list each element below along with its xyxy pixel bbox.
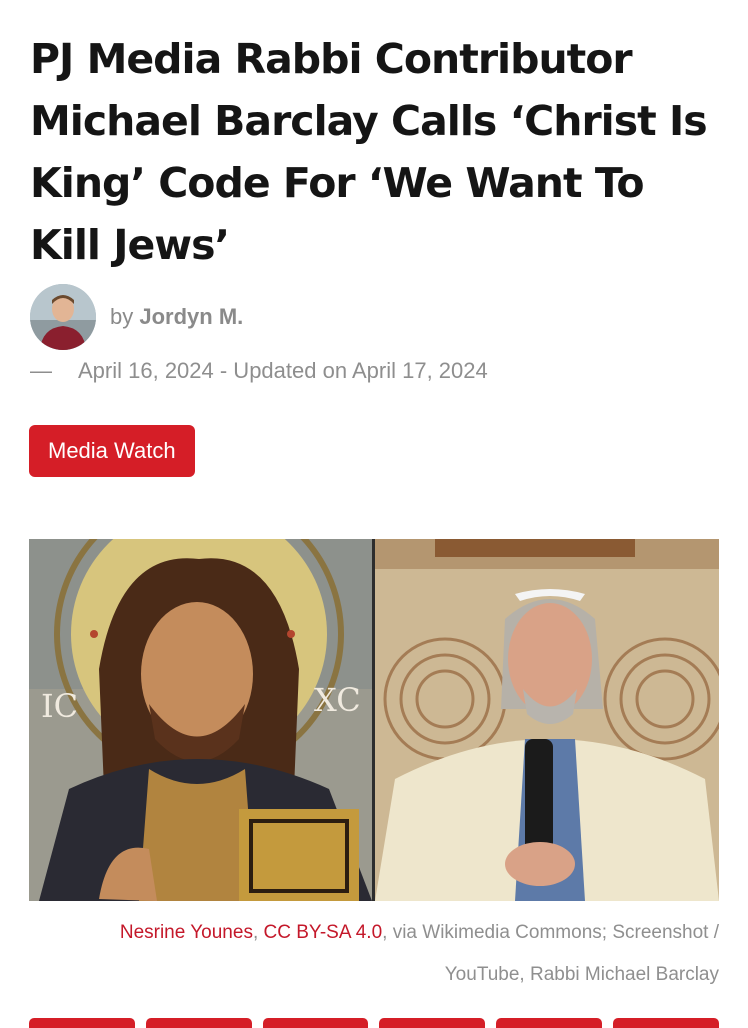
date-row: — April 16, 2024 - Updated on April 17, …	[30, 358, 488, 384]
author-name-link[interactable]: Jordyn M.	[139, 304, 243, 329]
tag-button[interactable]	[379, 1018, 486, 1028]
author-row: by Jordyn M.	[30, 284, 243, 350]
avatar-image	[30, 284, 96, 350]
byline: by Jordyn M.	[110, 304, 243, 330]
publish-date: April 16, 2024 - Updated on April 17, 20…	[78, 358, 488, 383]
image-caption: Nesrine Younes, CC BY-SA 4.0, via Wikime…	[59, 912, 719, 996]
featured-image: IC XC	[29, 539, 719, 901]
tag-button[interactable]	[262, 1018, 369, 1028]
christ-icon-image: IC XC	[29, 539, 372, 901]
tags-row	[29, 1018, 719, 1028]
caption-separator: ,	[252, 922, 264, 943]
article-title: PJ Media Rabbi Contributor Michael Barcl…	[30, 35, 708, 269]
tag-button[interactable]	[145, 1018, 252, 1028]
tag-button[interactable]	[613, 1018, 719, 1028]
rabbi-photo	[375, 539, 719, 901]
tag-button[interactable]	[496, 1018, 603, 1028]
caption-license-link[interactable]: CC BY-SA 4.0	[264, 922, 383, 943]
caption-author-link[interactable]: Nesrine Younes	[120, 922, 253, 943]
category-badge-button[interactable]: Media Watch	[29, 425, 195, 477]
date-dash: —	[30, 358, 52, 383]
author-avatar[interactable]	[30, 284, 96, 350]
caption-source-text: , via Wikimedia Commons; Screenshot / Yo…	[382, 922, 719, 985]
tag-button[interactable]	[29, 1018, 135, 1028]
svg-text:IC: IC	[41, 687, 78, 725]
svg-text:XC: XC	[314, 681, 361, 719]
byline-prefix: by	[110, 304, 134, 329]
